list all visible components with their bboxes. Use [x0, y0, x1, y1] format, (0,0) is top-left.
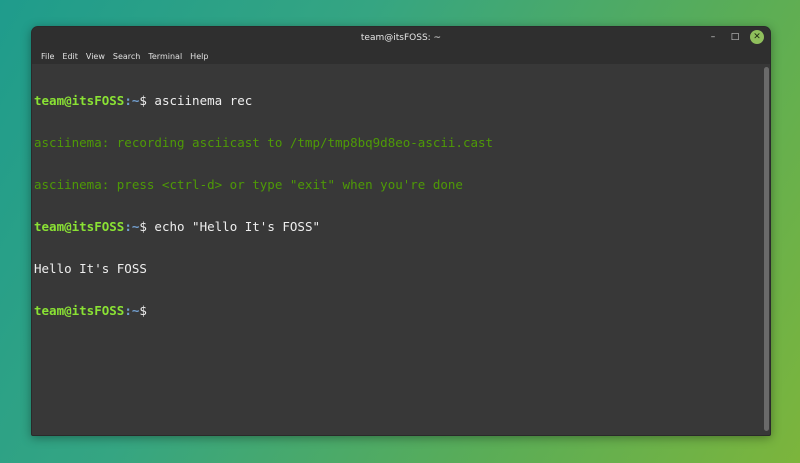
menu-view[interactable]: View	[82, 52, 109, 61]
menu-file[interactable]: File	[37, 52, 58, 61]
window-controls: – □ ✕	[706, 30, 764, 44]
menu-terminal[interactable]: Terminal	[144, 52, 186, 61]
terminal-line: Hello It's FOSS	[34, 261, 147, 276]
maximize-icon[interactable]: □	[728, 30, 742, 44]
terminal-line: team@itsFOSS:~$ echo "Hello It's FOSS"	[34, 220, 762, 234]
menu-bar: File Edit View Search Terminal Help	[32, 48, 770, 64]
prompt-path: :~	[124, 303, 140, 318]
terminal-line: team@itsFOSS:~$	[34, 304, 762, 318]
prompt-path: :~	[124, 93, 140, 108]
title-bar[interactable]: team@itsFOSS: ~ – □ ✕	[32, 27, 770, 48]
window-title: team@itsFOSS: ~	[360, 32, 442, 43]
prompt-symbol: $	[139, 219, 147, 234]
prompt-user: team@itsFOSS	[34, 303, 125, 318]
close-icon[interactable]: ✕	[750, 30, 764, 44]
menu-help[interactable]: Help	[186, 52, 212, 61]
terminal-window: team@itsFOSS: ~ – □ ✕ File Edit View Sea…	[31, 26, 771, 436]
minimize-icon[interactable]: –	[706, 30, 720, 44]
menu-search[interactable]: Search	[109, 52, 144, 61]
prompt-symbol: $	[139, 93, 147, 108]
terminal-line: asciinema: recording asciicast to /tmp/t…	[34, 135, 494, 150]
prompt-user: team@itsFOSS	[34, 219, 125, 234]
terminal-line: asciinema: press <ctrl-d> or type "exit"…	[34, 177, 463, 192]
prompt-symbol: $	[139, 303, 147, 318]
prompt-path: :~	[124, 219, 140, 234]
terminal-output[interactable]: team@itsFOSS:~$ asciinema rec asciinema:…	[32, 64, 762, 435]
command-text: echo "Hello It's FOSS"	[146, 219, 320, 234]
menu-edit[interactable]: Edit	[58, 52, 82, 61]
prompt-user: team@itsFOSS	[34, 93, 125, 108]
terminal-line: team@itsFOSS:~$ asciinema rec	[34, 94, 762, 108]
scrollbar[interactable]	[764, 67, 769, 431]
command-text: asciinema rec	[146, 93, 253, 108]
